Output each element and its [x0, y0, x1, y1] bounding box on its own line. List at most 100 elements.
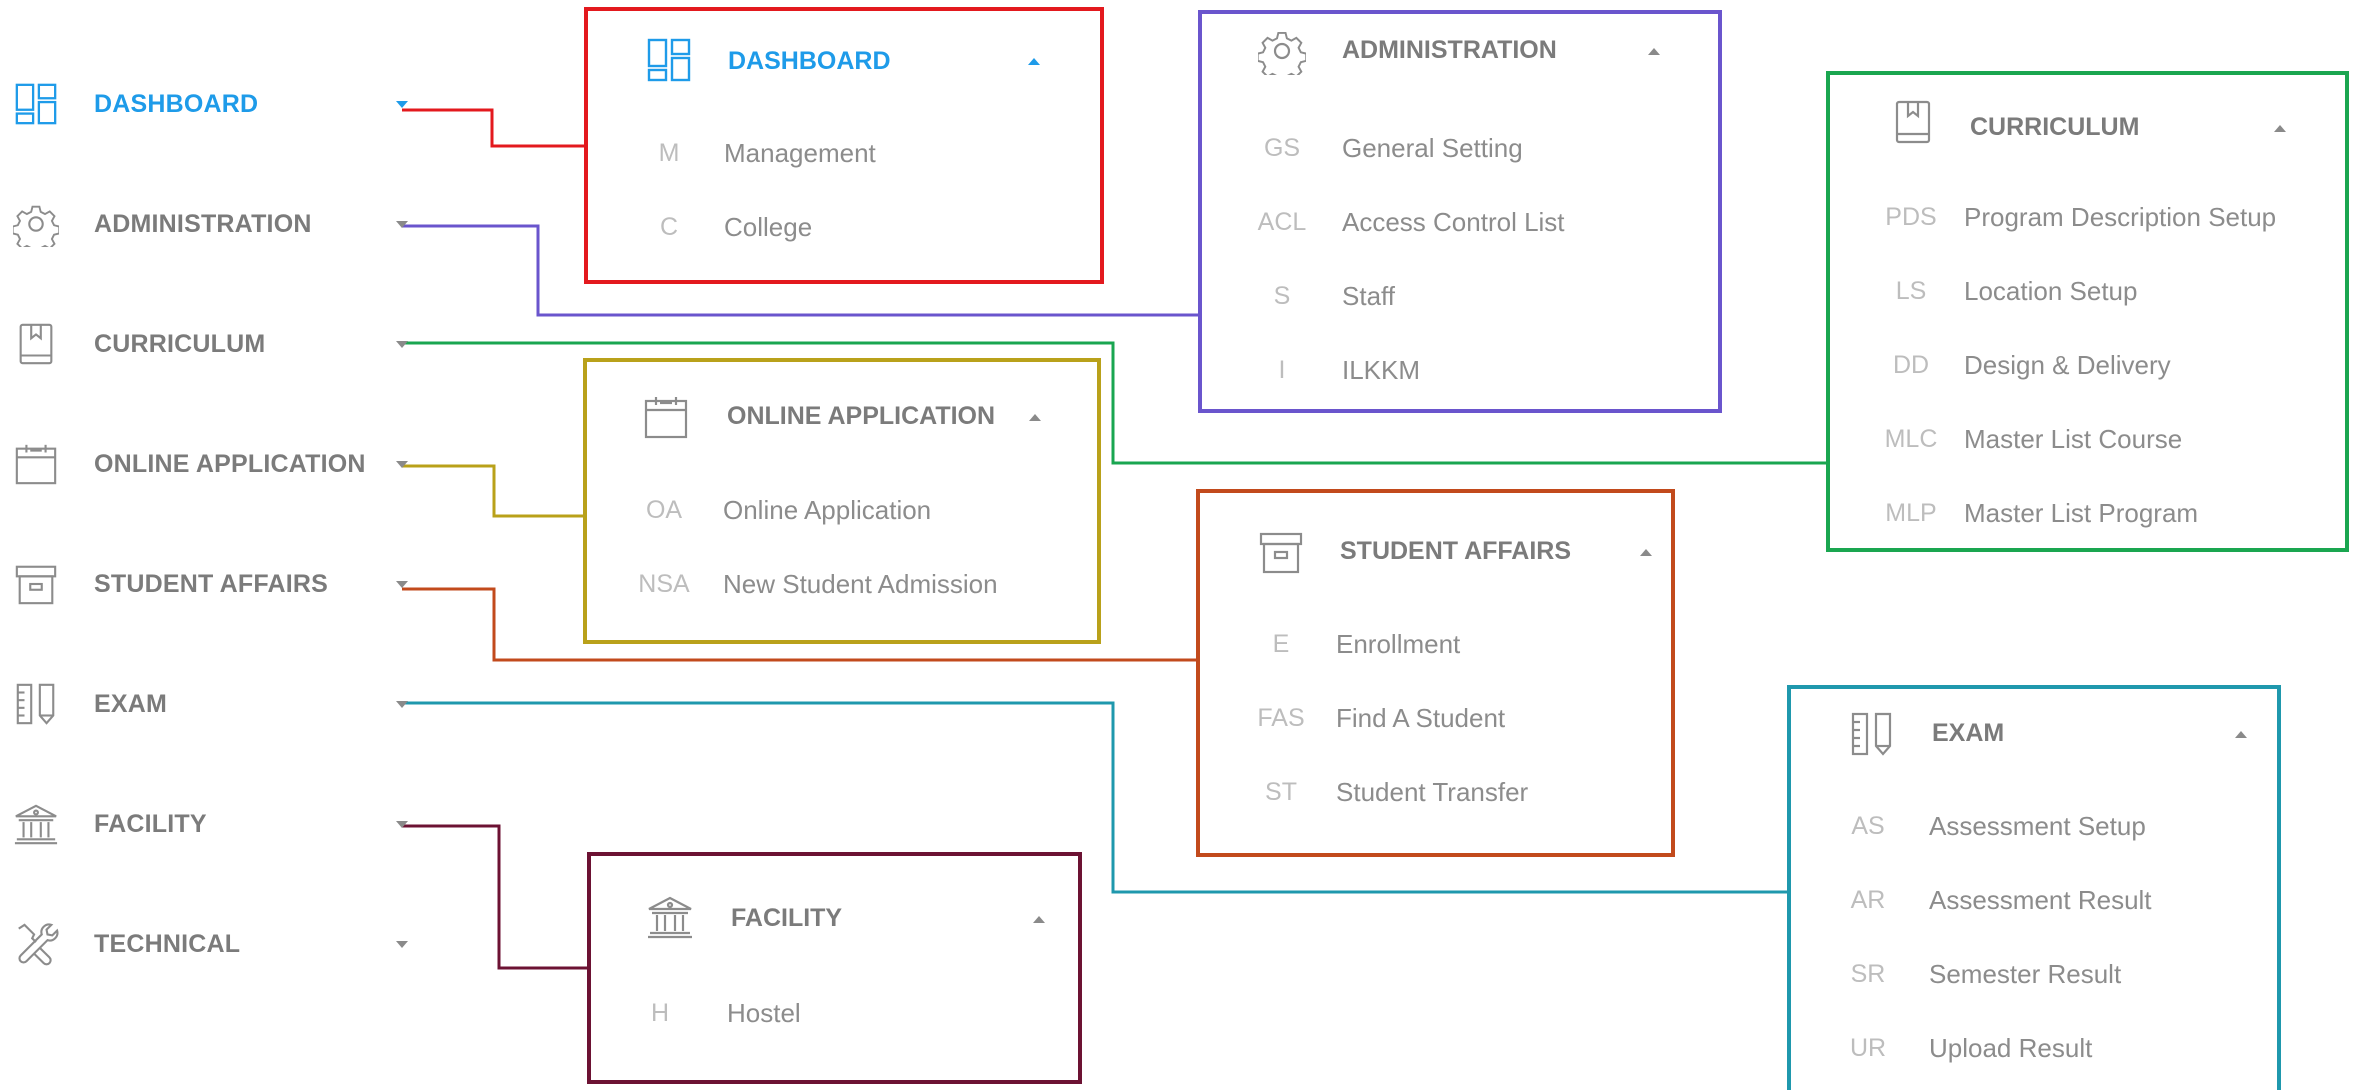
submenu-item-access-control-list[interactable]: ACL Access Control List: [1202, 194, 1718, 254]
calendar-icon: [641, 392, 691, 442]
archive-box-icon: [1256, 527, 1306, 577]
submenu-item-find-a-student[interactable]: FAS Find A Student: [1200, 688, 1671, 748]
submenu-item-design-delivery[interactable]: DD Design & Delivery: [1830, 335, 2345, 395]
panel-header[interactable]: ONLINE APPLICATION: [587, 362, 1097, 462]
submenu-label: Hostel: [727, 998, 801, 1028]
sidebar-item-label: DASHBOARD: [94, 89, 259, 118]
submenu-item-program-description-setup[interactable]: PDS Program Description Setup: [1830, 187, 2345, 247]
chevron-up-icon: [2235, 731, 2247, 738]
chevron-down-icon: [396, 700, 408, 708]
submenu-label: Access Control List: [1342, 207, 1565, 237]
submenu-abbr: H: [650, 999, 670, 1027]
sidebar-item-label: TECHNICAL: [94, 929, 241, 958]
submenu-item-assessment-result[interactable]: AR Assessment Result: [1791, 870, 2277, 930]
chevron-up-icon: [2274, 125, 2286, 132]
submenu-abbr: DD: [1892, 351, 1930, 379]
submenu-item-student-transfer[interactable]: ST Student Transfer: [1200, 762, 1671, 822]
sidebar-item-dashboard[interactable]: DASHBOARD: [0, 64, 430, 144]
submenu-abbr: C: [659, 213, 679, 241]
curriculum-submenu-panel: CURRICULUM PDS Program Description Setup…: [1826, 71, 2349, 552]
submenu-abbr: UR: [1849, 1034, 1887, 1062]
student-affairs-submenu-panel: STUDENT AFFAIRS E Enrollment FAS Find A …: [1196, 489, 1675, 857]
panel-header[interactable]: DASHBOARD: [588, 11, 1100, 111]
submenu-item-college[interactable]: C College: [588, 197, 1100, 257]
online-application-submenu-panel: ONLINE APPLICATION OA Online Application…: [583, 358, 1101, 644]
chevron-up-icon: [1029, 414, 1041, 421]
submenu-abbr: MLP: [1885, 499, 1937, 527]
sidebar-item-student-affairs[interactable]: STUDENT AFFAIRS: [0, 544, 430, 624]
submenu-item-master-list-course[interactable]: MLC Master List Course: [1830, 409, 2345, 469]
submenu-abbr: ST: [1265, 778, 1297, 806]
tools-icon: [12, 920, 60, 968]
sidebar-item-label: ADMINISTRATION: [94, 209, 312, 238]
submenu-abbr: SR: [1850, 960, 1886, 988]
panel-title: EXAM: [1932, 719, 2005, 747]
submenu-label: Online Application: [723, 495, 932, 525]
submenu-item-location-setup[interactable]: LS Location Setup: [1830, 261, 2345, 321]
sidebar-item-label: ONLINE APPLICATION: [94, 449, 366, 478]
chevron-down-icon: [396, 580, 408, 588]
submenu-abbr: LS: [1895, 277, 1927, 305]
submenu-item-ilkkm[interactable]: I ILKKM: [1202, 342, 1718, 402]
dashboard-icon: [12, 80, 60, 128]
submenu-abbr: S: [1273, 282, 1291, 310]
submenu-label: Master List Course: [1964, 424, 2183, 454]
panel-title: DASHBOARD: [728, 47, 891, 75]
submenu-item-enrollment[interactable]: E Enrollment: [1200, 614, 1671, 674]
chevron-up-icon: [1028, 58, 1040, 65]
submenu-label: General Setting: [1342, 133, 1523, 163]
sidebar-item-label: FACILITY: [94, 809, 207, 838]
submenu-abbr: AR: [1850, 886, 1886, 914]
panel-header[interactable]: CURRICULUM: [1830, 75, 2345, 175]
panel-header[interactable]: ADMINISTRATION: [1202, 14, 1718, 114]
submenu-item-staff[interactable]: S Staff: [1202, 268, 1718, 328]
submenu-item-master-list-program[interactable]: MLP Master List Program: [1830, 483, 2345, 543]
submenu-label: Enrollment: [1336, 629, 1461, 659]
gear-icon: [1257, 26, 1307, 76]
submenu-label: Upload Result: [1929, 1033, 2093, 1063]
panel-header[interactable]: EXAM: [1791, 689, 2277, 789]
submenu-item-hostel[interactable]: H Hostel: [591, 983, 1078, 1043]
chevron-up-icon: [1648, 48, 1660, 55]
sidebar-item-curriculum[interactable]: CURRICULUM: [0, 304, 430, 384]
submenu-abbr: ACL: [1257, 208, 1307, 236]
submenu-label: Assessment Setup: [1929, 811, 2146, 841]
panel-title: STUDENT AFFAIRS: [1340, 537, 1572, 565]
exam-submenu-panel: EXAM AS Assessment Setup AR Assessment R…: [1787, 685, 2281, 1090]
submenu-item-management[interactable]: M Management: [588, 123, 1100, 183]
panel-header[interactable]: FACILITY: [591, 856, 1078, 956]
submenu-abbr: PDS: [1885, 203, 1937, 231]
panel-title: FACILITY: [731, 904, 843, 932]
submenu-label: Master List Program: [1964, 498, 2199, 528]
sidebar-item-label: STUDENT AFFAIRS: [94, 569, 329, 598]
submenu-item-new-student-admission[interactable]: NSA New Student Admission: [587, 554, 1097, 614]
sidebar-item-online-application[interactable]: ONLINE APPLICATION: [0, 424, 430, 504]
sidebar-item-exam[interactable]: EXAM: [0, 664, 430, 744]
submenu-label: Staff: [1342, 281, 1396, 311]
submenu-item-semester-result[interactable]: SR Semester Result: [1791, 944, 2277, 1004]
archive-box-icon: [12, 560, 60, 608]
panel-header[interactable]: STUDENT AFFAIRS: [1200, 493, 1671, 593]
sidebar-item-facility[interactable]: FACILITY: [0, 784, 430, 864]
gear-icon: [12, 200, 60, 248]
administration-submenu-panel: ADMINISTRATION GS General Setting ACL Ac…: [1198, 10, 1722, 413]
building-icon: [12, 800, 60, 848]
sidebar-item-administration[interactable]: ADMINISTRATION: [0, 184, 430, 264]
submenu-item-online-application[interactable]: OA Online Application: [587, 480, 1097, 540]
dashboard-icon: [644, 35, 694, 85]
chevron-down-icon: [396, 820, 408, 828]
submenu-label: Semester Result: [1929, 959, 2122, 989]
sidebar-item-technical[interactable]: TECHNICAL: [0, 904, 430, 984]
submenu-item-general-setting[interactable]: GS General Setting: [1202, 120, 1718, 180]
submenu-item-assessment-setup[interactable]: AS Assessment Setup: [1791, 796, 2277, 856]
submenu-label: College: [724, 212, 813, 242]
submenu-abbr: FAS: [1257, 704, 1305, 732]
menu-structure-diagram: DASHBOARD ADMINISTRATION CURRICULUM ONLI…: [0, 0, 2356, 1090]
submenu-label: Find A Student: [1336, 703, 1506, 733]
dashboard-submenu-panel: DASHBOARD M Management C College: [584, 7, 1104, 284]
submenu-abbr: NSA: [638, 570, 690, 598]
submenu-item-upload-result[interactable]: UR Upload Result: [1791, 1018, 2277, 1078]
submenu-label: ILKKM: [1342, 355, 1421, 385]
ruler-pencil-icon: [12, 680, 60, 728]
submenu-label: Design & Delivery: [1964, 350, 2171, 380]
